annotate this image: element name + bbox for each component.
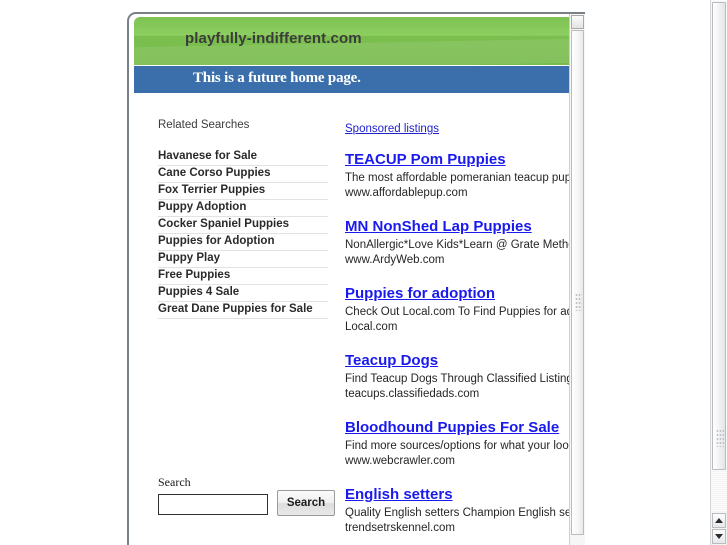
ad-title-link[interactable]: Teacup Dogs — [345, 352, 574, 369]
ad-title-link[interactable]: Puppies for adoption — [345, 285, 574, 302]
scroll-up-arrow-icon[interactable] — [571, 15, 584, 29]
ad-url: www.ArdyWeb.com — [345, 254, 445, 266]
ad-title-link[interactable]: English setters — [345, 486, 574, 503]
sponsored-ad: English setters Quality English setters … — [345, 486, 574, 536]
ad-description: Quality English setters Champion English… — [345, 507, 574, 519]
search-button[interactable]: Search — [277, 490, 335, 516]
sponsored-ad: TEACUP Pom Puppies The most affordable p… — [345, 151, 574, 201]
search-block: Search Search — [158, 475, 358, 516]
ad-url: Local.com — [345, 321, 398, 333]
triangle-up-icon — [715, 518, 723, 523]
search-input[interactable] — [158, 494, 268, 515]
page-scrollbar-thumb[interactable] — [712, 2, 726, 470]
related-searches-column: Related Searches Havanese for Sale Cane … — [158, 119, 343, 319]
search-row: Search — [158, 490, 358, 516]
ad-title-link[interactable]: TEACUP Pom Puppies — [345, 151, 574, 168]
related-searches-heading: Related Searches — [158, 119, 250, 131]
sponsored-ad: Puppies for adoption Check Out Local.com… — [345, 285, 574, 335]
ad-title-link[interactable]: MN NonShed Lap Puppies — [345, 218, 574, 235]
search-label: Search — [158, 475, 191, 489]
page-scrollbar[interactable] — [710, 0, 727, 545]
scroll-up-arrow-icon[interactable] — [712, 513, 726, 528]
triangle-down-icon — [715, 534, 723, 539]
sponsored-ad: Bloodhound Puppies For Sale Find more so… — [345, 419, 574, 469]
tagline-bar: This is a future home page. — [134, 65, 574, 93]
ad-description: Find more sources/options for what your … — [345, 440, 574, 452]
ad-url: www.webcrawler.com — [345, 455, 455, 467]
ad-description: NonAllergic*Love Kids*Learn @ Grate Meth… — [345, 239, 574, 251]
scroll-down-arrow-icon[interactable] — [712, 529, 726, 544]
ad-description: Check Out Local.com To Find Puppies for … — [345, 306, 574, 318]
list-item[interactable]: Havanese for Sale — [158, 149, 328, 166]
sponsored-listings-column: Sponsored listings TEACUP Pom Puppies Th… — [345, 119, 574, 545]
list-item[interactable]: Cane Corso Puppies — [158, 166, 328, 183]
ad-url: teacups.classifiedads.com — [345, 388, 480, 400]
list-item[interactable]: Puppies for Adoption — [158, 234, 328, 251]
ad-title-link[interactable]: Bloodhound Puppies For Sale — [345, 419, 574, 436]
ad-url: www.affordablepup.com — [345, 187, 468, 199]
page-frame-content: playfully-indifferent.com This is a futu… — [134, 17, 574, 545]
list-item[interactable]: Puppy Play — [158, 251, 328, 268]
page-title: playfully-indifferent.com — [185, 30, 362, 47]
page-frame: playfully-indifferent.com This is a futu… — [127, 12, 585, 545]
scrollbar-grip-icon — [575, 293, 582, 311]
list-item[interactable]: Puppies 4 Sale — [158, 285, 328, 302]
list-item[interactable]: Free Puppies — [158, 268, 328, 285]
list-item[interactable]: Fox Terrier Puppies — [158, 183, 328, 200]
frame-scrollbar[interactable] — [569, 14, 585, 545]
ad-description: The most affordable pomeranian teacup pu… — [345, 172, 574, 184]
list-item[interactable]: Puppy Adoption — [158, 200, 328, 217]
sponsored-ad: MN NonShed Lap Puppies NonAllergic*Love … — [345, 218, 574, 268]
list-item[interactable]: Great Dane Puppies for Sale — [158, 302, 328, 319]
site-banner: playfully-indifferent.com — [134, 17, 574, 65]
related-searches-list: Havanese for Sale Cane Corso Puppies Fox… — [158, 149, 328, 319]
list-item[interactable]: Cocker Spaniel Puppies — [158, 217, 328, 234]
ad-description: Find Teacup Dogs Through Classified List… — [345, 373, 574, 385]
sponsored-ad: Teacup Dogs Find Teacup Dogs Through Cla… — [345, 352, 574, 402]
tagline-text: This is a future home page. — [193, 70, 361, 86]
screen: playfully-indifferent.com This is a futu… — [0, 0, 727, 545]
ad-url: trendsetrskennel.com — [345, 522, 455, 534]
frame-scrollbar-thumb[interactable] — [571, 30, 584, 535]
scrollbar-grip-icon — [716, 429, 724, 447]
sponsored-listings-link[interactable]: Sponsored listings — [345, 123, 439, 135]
